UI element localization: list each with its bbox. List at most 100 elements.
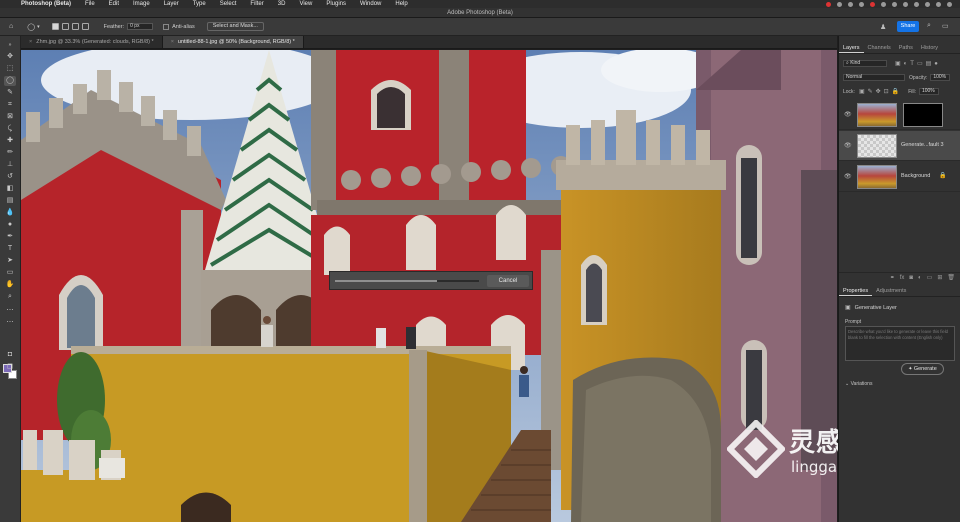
crop-tool-icon[interactable]: ⌗ [4,100,16,110]
antialias-checkbox[interactable] [163,23,170,30]
frame-tool-icon[interactable]: ⊠ [4,112,16,122]
marquee-tool-icon[interactable]: ⬚ [4,64,16,74]
hand-tool-icon[interactable]: ✋ [4,280,16,290]
status-icon[interactable] [837,1,842,7]
status-icon[interactable] [826,1,831,7]
history-brush-icon[interactable]: ↺ [4,172,16,182]
adjustment-icon[interactable]: ◐ [918,273,922,282]
trash-icon[interactable]: 🗑 [947,273,955,282]
generate-button[interactable]: ✦ Generate [901,363,944,375]
menu-help[interactable]: Help [388,0,414,8]
quick-mask-icon[interactable]: ◘ [4,350,16,360]
toolbar-collapse-icon[interactable]: » [4,40,16,50]
home-icon[interactable]: ⌂ [9,23,13,30]
tab-history[interactable]: History [917,42,942,53]
path-select-icon[interactable]: ➤ [4,256,16,266]
edit-toolbar-icon[interactable]: ⋯ [4,318,16,328]
quick-select-tool-icon[interactable]: ✎ [4,88,16,98]
status-icon[interactable] [881,1,886,7]
tab-properties[interactable]: Properties [839,285,873,296]
tab-layers[interactable]: Layers [839,42,864,53]
brush-tool-icon[interactable]: ✏ [4,148,16,158]
tab-adjustments[interactable]: Adjustments [872,285,910,296]
status-icon[interactable] [936,1,941,7]
feather-input[interactable]: 0 px [127,23,154,30]
options-bar: ⌂ ◯ ▾ Feather: 0 px Anti-alias Select an… [0,18,960,36]
eraser-tool-icon[interactable]: ◧ [4,184,16,194]
user-icon[interactable]: ♟ [880,23,886,31]
layer-row-background[interactable]: 👁 Background 🔒 [839,162,960,192]
eye-icon[interactable]: 👁 [844,173,852,180]
cancel-button[interactable]: Cancel [487,275,529,287]
new-selection-icon[interactable] [51,23,59,30]
tab-channels[interactable]: Channels [864,42,895,53]
subtract-selection-icon[interactable] [71,23,79,30]
variations-section[interactable]: ⌄ Variations [845,381,872,387]
close-icon[interactable]: × [171,39,174,45]
pen-tool-icon[interactable]: ✒ [4,232,16,242]
link-icon[interactable]: ⚭ [890,273,895,282]
layer-row[interactable]: 👁 [839,100,960,130]
layer-row-generative[interactable]: 👁 Generate...fault 3 [839,131,960,161]
status-icon[interactable] [870,1,875,7]
fx-icon[interactable]: fx [900,273,905,282]
menu-app-name[interactable]: Photoshop (Beta) [14,0,78,8]
add-mask-icon[interactable]: ◙ [909,273,913,282]
lock-icons[interactable]: ▣✎✥⊡🔒 [859,88,902,95]
status-icon[interactable] [848,1,853,7]
menu-3d[interactable]: 3D [271,0,293,8]
menu-file[interactable]: File [78,0,102,8]
eye-icon[interactable]: 👁 [844,142,852,149]
fill-input[interactable]: 100% [918,88,939,95]
tab-untitled[interactable]: × untitled-88-1.jpg @ 50% (Background, RG… [162,36,304,48]
kind-filter-select[interactable]: ⌕ Kind [843,60,887,67]
stamp-tool-icon[interactable]: ⊥ [4,160,16,170]
menu-window[interactable]: Window [353,0,388,8]
opacity-input[interactable]: 100% [930,74,951,81]
lasso-tool-icon[interactable]: ◯ [4,76,16,86]
type-tool-icon[interactable]: T [4,244,16,254]
shape-tool-icon[interactable]: ▭ [4,268,16,278]
more-tools-icon[interactable]: ⋯ [4,306,16,316]
select-and-mask-button[interactable]: Select and Mask... [206,22,264,31]
move-tool-icon[interactable]: ✥ [4,52,16,62]
group-icon[interactable]: ▭ [927,273,933,282]
blur-tool-icon[interactable]: 💧 [4,208,16,218]
menu-layer[interactable]: Layer [157,0,186,8]
chevron-down-icon[interactable]: ▾ [37,24,40,30]
lasso-tool-icon[interactable]: ◯ [27,23,35,31]
eye-icon[interactable]: 👁 [844,111,852,118]
add-selection-icon[interactable] [61,23,69,30]
menu-select[interactable]: Select [213,0,244,8]
status-icon[interactable] [892,1,897,7]
status-icon[interactable] [925,1,930,7]
filter-icons[interactable]: ▣◐T▭▤● [895,60,941,67]
share-button[interactable]: Share [897,21,919,32]
new-layer-icon[interactable]: ⊞ [937,273,942,282]
eyedropper-tool-icon[interactable]: ⤹ [4,124,16,134]
layer-mask-thumbnail[interactable] [903,103,943,127]
blend-mode-select[interactable]: Normal [843,74,905,81]
healing-tool-icon[interactable]: ✚ [4,136,16,146]
prompt-input[interactable]: Describe what you'd like to generate or … [845,326,955,361]
menu-filter[interactable]: Filter [243,0,270,8]
status-icon[interactable] [947,1,952,7]
status-icon[interactable] [859,1,864,7]
close-icon[interactable]: × [29,39,32,45]
tab-zhm[interactable]: × Zhm.jpg @ 33.3% (Generated: clouds, RGB… [21,36,163,48]
menu-plugins[interactable]: Plugins [319,0,353,8]
intersect-selection-icon[interactable] [81,23,89,30]
menu-type[interactable]: Type [186,0,213,8]
status-icon[interactable] [903,1,908,7]
gradient-tool-icon[interactable]: ▤ [4,196,16,206]
zoom-tool-icon[interactable]: ⌕ [4,292,16,302]
workspace-icon[interactable]: ▭ [942,22,949,30]
menu-edit[interactable]: Edit [102,0,126,8]
menu-image[interactable]: Image [126,0,157,8]
tab-paths[interactable]: Paths [895,42,917,53]
dodge-tool-icon[interactable]: ● [4,220,16,230]
search-icon[interactable]: ⌕ [927,22,931,30]
menu-view[interactable]: View [292,0,319,8]
screen-mode-icon[interactable]: ▢ [4,362,16,372]
status-icon[interactable] [914,1,919,7]
